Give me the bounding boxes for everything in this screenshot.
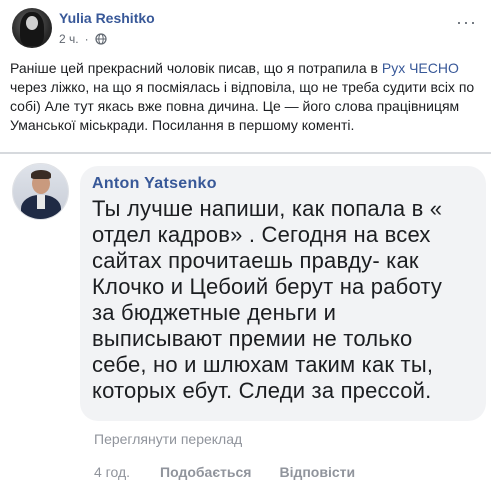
post-timestamp[interactable]: 2 ч. (59, 32, 79, 46)
post-body: Раніше цей прекрасний чоловік писав, що … (10, 59, 480, 135)
post-line: Уманської міськради. Посилання в першому… (10, 117, 355, 133)
comment-line: Клочко и Цебоий берут на работу (92, 274, 443, 299)
post-line: Раніше цей прекрасний чоловік писав, що … (10, 60, 459, 76)
post-author-name[interactable]: Yulia Reshitko (59, 10, 155, 26)
chesno-link[interactable]: Рух ЧЕСНО (382, 60, 459, 76)
commenter-name[interactable]: Anton Yatsenko (92, 175, 217, 193)
comment-line: выписывают премии не только (92, 326, 413, 351)
comment-line: за бюджетные деньги и (92, 300, 337, 325)
comment-line: которых ебут. Следи за прессой. (92, 378, 432, 403)
comment-line: себе, но и шлюхам таким как ты, (92, 352, 434, 377)
divider (0, 152, 491, 154)
commenter-avatar[interactable] (12, 163, 69, 220)
post-line: через ліжко, на що я посміялась і відпов… (10, 79, 475, 95)
like-button[interactable]: Подобається (160, 464, 251, 480)
reply-button[interactable]: Відповісти (279, 464, 355, 480)
translate-link[interactable]: Переглянути переклад (94, 431, 242, 447)
comment-timestamp[interactable]: 4 год. (94, 464, 130, 480)
post-meta: 2 ч. · (59, 32, 107, 46)
more-icon[interactable]: ··· (456, 12, 477, 33)
post-header: Yulia Reshitko 2 ч. · ··· (10, 4, 481, 52)
author-avatar[interactable] (12, 8, 52, 48)
comment-text: Ты лучше напиши, как попала в « отдел ка… (92, 196, 482, 404)
comment-line: сайтах прочитаешь правду- как (92, 248, 419, 273)
post-line: собі) Але тут якась вже повна дичина. Це… (10, 98, 460, 114)
comment-line: Ты лучше напиши, как попала в « (92, 196, 443, 221)
comment-line: отдел кадров» . Сегодня на всех (92, 222, 431, 247)
globe-icon[interactable] (94, 33, 107, 45)
comment-actions: 4 год. Подобається Відповісти (94, 464, 355, 480)
